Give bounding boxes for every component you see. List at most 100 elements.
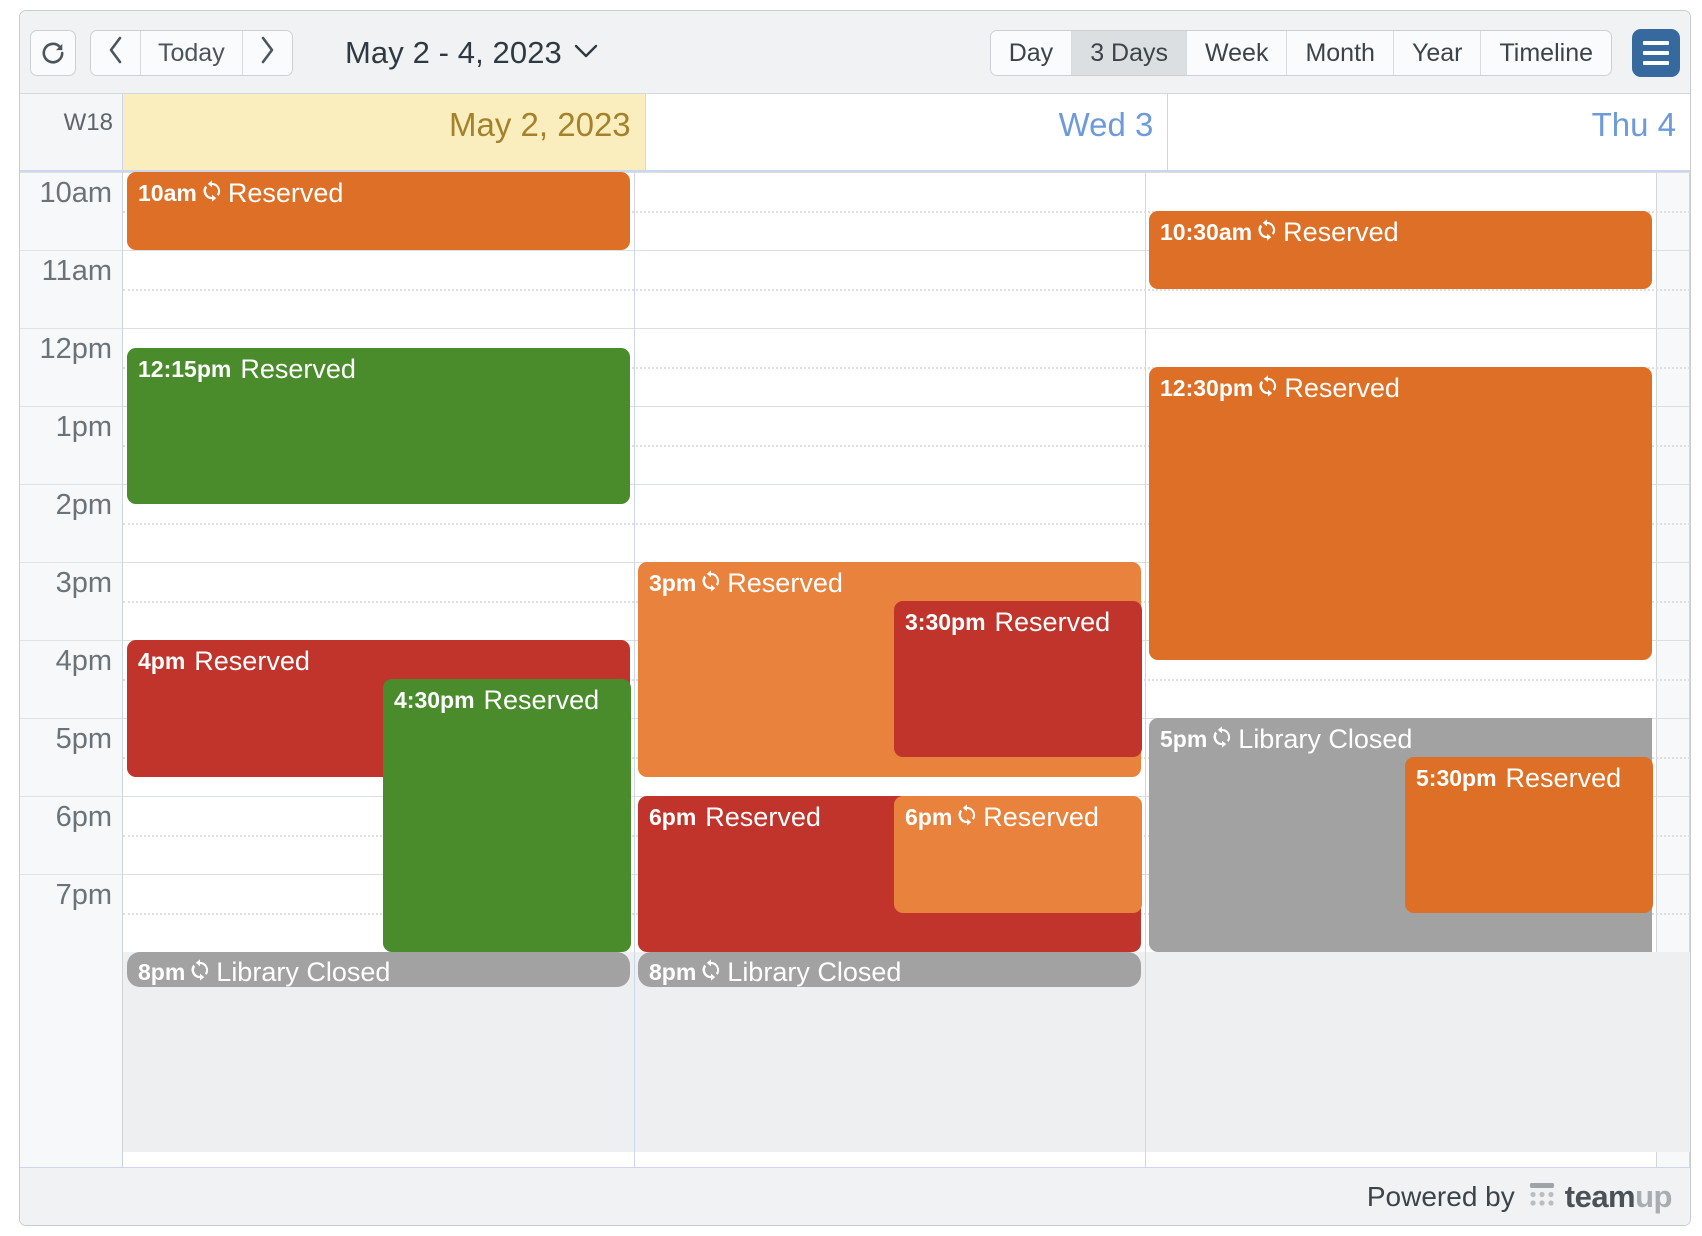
event-block[interactable]: 10:30am Reserved	[1149, 211, 1652, 289]
recurring-icon	[956, 803, 978, 830]
recurring-icon	[700, 958, 722, 985]
time-tick-label: 3pm	[55, 567, 112, 599]
time-tick-label: 6pm	[55, 801, 112, 833]
recurring-icon	[1257, 374, 1279, 401]
calendar-body: 10am 11am 12pm 1pm 2pm 3pm 4pm 5pm 6pm 7pm 10am Re…	[20, 172, 1690, 1167]
week-number: W18	[20, 94, 123, 170]
time-axis: 10am 11am 12pm 1pm 2pm 3pm 4pm 5pm 6pm 7pm	[20, 172, 123, 1167]
event-time: 3:30pm	[905, 609, 986, 635]
event-block[interactable]: 4:30pm Reserved	[383, 679, 631, 952]
date-range-label: May 2 - 4, 2023	[345, 35, 562, 70]
teamup-dotgrid-icon	[1527, 1179, 1557, 1214]
hamburger-line	[1643, 41, 1669, 45]
day-header-label: Thu 4	[1591, 106, 1677, 143]
event-time: 8pm	[649, 959, 697, 985]
day-header-2[interactable]: Thu 4	[1168, 94, 1690, 170]
teamup-brand-second: up	[1635, 1178, 1672, 1214]
view-button-week[interactable]: Week	[1187, 31, 1288, 75]
event-title: Reserved	[1505, 763, 1622, 793]
view-button-3-days[interactable]: 3 Days	[1072, 31, 1187, 75]
time-tick-label: 11am	[41, 255, 112, 287]
refresh-button[interactable]	[30, 30, 76, 76]
hamburger-line	[1643, 61, 1669, 65]
teamup-logo[interactable]: teamup	[1527, 1179, 1672, 1215]
day-header-row: W18 May 2, 2023 Wed 3 Thu 4	[20, 94, 1690, 172]
time-tick-label: 10am	[39, 177, 112, 209]
gutter-hour-line	[20, 562, 122, 563]
event-title: Library Closed	[727, 957, 902, 987]
event-time: 6pm	[649, 804, 697, 830]
view-button-timeline[interactable]: Timeline	[1481, 31, 1611, 75]
event-block[interactable]: 12:30pm Reserved	[1149, 367, 1652, 660]
day-header-label: Wed 3	[1058, 106, 1154, 143]
event-block[interactable]: 12:15pm Reserved	[127, 348, 630, 504]
recurring-icon	[201, 179, 223, 206]
event-title: Reserved	[983, 802, 1099, 832]
event-grid[interactable]: 10am Reserved 12:15pm Reserved 4pm Reserved 4:…	[123, 172, 1690, 1167]
chevron-down-icon	[573, 43, 599, 64]
date-nav-group: Today	[90, 30, 293, 76]
event-time: 5:30pm	[1416, 765, 1497, 791]
gutter-hour-line	[20, 640, 122, 641]
event-block[interactable]: 5:30pm Reserved	[1405, 757, 1653, 913]
time-tick-label: 7pm	[55, 879, 112, 911]
time-tick-label: 5pm	[55, 723, 112, 755]
event-title: Reserved	[240, 354, 356, 384]
gutter-hour-line	[20, 406, 122, 407]
gutter-hour-line	[20, 250, 122, 251]
recurring-icon	[1256, 218, 1278, 245]
grid-hour-line	[123, 328, 1690, 329]
hamburger-line	[1643, 51, 1669, 55]
event-title: Reserved	[994, 607, 1111, 637]
chevron-left-icon	[106, 34, 126, 73]
calendar-footer: Powered by teamup	[20, 1167, 1690, 1225]
event-time: 12:15pm	[138, 356, 232, 382]
event-time: 10am	[138, 180, 197, 206]
event-time: 4pm	[138, 648, 186, 674]
next-period-button[interactable]	[242, 31, 292, 75]
time-tick-label: 2pm	[55, 489, 112, 521]
event-block[interactable]: 6pm Reserved	[894, 796, 1142, 913]
event-block[interactable]: 3:30pm Reserved	[894, 601, 1142, 757]
event-time: 10:30am	[1160, 219, 1253, 245]
day-header-1[interactable]: Wed 3	[646, 94, 1169, 170]
powered-by-label: Powered by	[1366, 1180, 1515, 1212]
column-separator	[634, 172, 635, 1167]
view-switcher: Day 3 Days Week Month Year Timeline	[989, 30, 1612, 76]
view-button-month[interactable]: Month	[1287, 31, 1394, 75]
recurring-icon	[700, 569, 722, 596]
teamup-brand-first: team	[1564, 1178, 1636, 1214]
event-time: 12:30pm	[1160, 375, 1254, 401]
day-header-0[interactable]: May 2, 2023	[123, 94, 646, 170]
time-tick-label: 4pm	[55, 645, 112, 677]
time-tick-label: 1pm	[55, 411, 112, 443]
view-button-day[interactable]: Day	[990, 31, 1073, 75]
today-button[interactable]: Today	[140, 31, 243, 75]
chevron-right-icon	[257, 34, 277, 73]
event-block[interactable]: 8pm Library Closed	[638, 952, 1141, 987]
teamup-wordmark: teamup	[1564, 1178, 1673, 1215]
recurring-icon	[189, 958, 211, 985]
event-time: 4:30pm	[394, 687, 475, 713]
date-range-selector[interactable]: May 2 - 4, 2023	[345, 30, 599, 76]
gutter-hour-line	[20, 874, 122, 875]
event-block[interactable]: 8pm Library Closed	[127, 952, 630, 987]
event-title: Reserved	[1283, 217, 1399, 247]
view-button-year[interactable]: Year	[1393, 31, 1482, 75]
calendar-toolbar: Today May 2 - 4, 2023 Day 3 Days Week Month…	[20, 11, 1690, 94]
gutter-hour-line	[20, 172, 122, 173]
column-separator	[1145, 172, 1146, 1167]
prev-period-button[interactable]	[91, 31, 140, 75]
grid-half-hour-line	[123, 289, 1690, 291]
refresh-icon	[40, 40, 66, 66]
event-time: 6pm	[905, 804, 953, 830]
event-title: Reserved	[705, 802, 821, 832]
recurring-icon	[1211, 725, 1233, 752]
event-title: Reserved	[727, 568, 843, 598]
event-title: Library Closed	[1238, 724, 1413, 754]
event-block[interactable]: 10am Reserved	[127, 172, 630, 250]
event-time: 3pm	[649, 570, 697, 596]
time-tick-label: 12pm	[39, 333, 112, 365]
gutter-hour-line	[20, 484, 122, 485]
menu-button[interactable]	[1632, 29, 1680, 77]
